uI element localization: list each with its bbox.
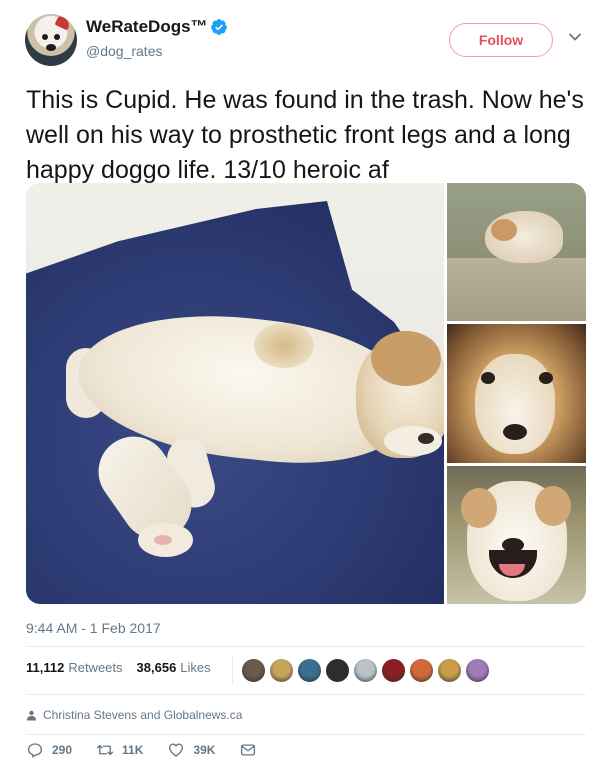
liker-avatar[interactable] — [325, 658, 350, 683]
divider — [26, 694, 586, 695]
retweet-button[interactable]: 11K — [96, 741, 143, 759]
puppy-nose — [503, 424, 527, 440]
puppy-eye — [539, 372, 553, 384]
stats-separator — [232, 655, 233, 685]
puppy-ear — [491, 219, 517, 241]
puppy-ear — [535, 486, 571, 526]
retweets-count: 11,112 — [26, 660, 65, 675]
direct-message-button[interactable] — [239, 741, 257, 759]
divider — [26, 646, 586, 647]
like-button[interactable]: 39K — [167, 741, 215, 759]
photo-puppy-smiling[interactable] — [447, 466, 586, 604]
retweets-label: Retweets — [68, 660, 123, 675]
reply-icon — [27, 743, 43, 758]
liker-avatar[interactable] — [353, 658, 378, 683]
chevron-down-icon[interactable] — [568, 30, 582, 44]
puppy-ear — [371, 331, 441, 386]
liker-avatar[interactable] — [409, 658, 434, 683]
reply-button[interactable]: 290 — [26, 741, 72, 759]
avatar-hat — [54, 15, 72, 31]
photo-puppy-on-towel[interactable] — [26, 183, 444, 604]
liker-avatar[interactable] — [465, 658, 490, 683]
retweet-icon — [96, 744, 114, 756]
verified-badge-icon — [211, 19, 227, 35]
media-tags[interactable]: Christina Stevens and Globalnews.ca — [26, 708, 242, 722]
puppy-ear — [461, 488, 497, 528]
person-icon — [26, 710, 37, 721]
floor — [447, 258, 586, 321]
avatar-eye — [42, 34, 48, 40]
like-count: 39K — [193, 743, 216, 757]
photo-puppy-closeup[interactable] — [447, 324, 586, 463]
divider — [26, 734, 586, 735]
tweet-timestamp[interactable]: 9:44 AM - 1 Feb 2017 — [26, 620, 161, 636]
author-avatar[interactable] — [25, 14, 77, 66]
puppy-eye — [481, 372, 495, 384]
author-handle[interactable]: @dog_rates — [86, 43, 162, 59]
liker-avatar[interactable] — [437, 658, 462, 683]
likes-stat[interactable]: 38,656 Likes — [137, 660, 211, 675]
puppy-paw-pad — [154, 535, 172, 545]
tweet-text: This is Cupid. He was found in the trash… — [26, 86, 584, 184]
liker-avatar[interactable] — [297, 658, 322, 683]
likes-count: 38,656 — [136, 660, 177, 675]
author-name[interactable]: WeRateDogs™ — [86, 17, 208, 37]
heart-icon — [169, 743, 184, 757]
liker-avatars — [241, 658, 490, 683]
avatar-eye — [54, 34, 60, 40]
liker-avatar[interactable] — [269, 658, 294, 683]
tweet-stats: 11,112 Retweets 38,656 Likes — [26, 660, 211, 675]
liker-avatar[interactable] — [241, 658, 266, 683]
likes-label: Likes — [180, 660, 211, 675]
avatar-nose — [46, 44, 56, 51]
media-tags-text: Christina Stevens and Globalnews.ca — [43, 708, 243, 722]
puppy-spot — [254, 323, 314, 368]
liker-avatar[interactable] — [381, 658, 406, 683]
retweets-stat[interactable]: 11,112 Retweets — [26, 660, 123, 675]
puppy-nose — [418, 433, 434, 444]
puppy-snout — [384, 426, 442, 456]
tweet-actions: 290 11K 39K — [26, 738, 281, 762]
reply-count: 290 — [52, 743, 73, 757]
envelope-icon — [241, 744, 256, 756]
follow-button[interactable]: Follow — [449, 23, 553, 57]
tweet-header: WeRateDogs™ @dog_rates Follow — [0, 0, 609, 80]
media-grid — [26, 183, 586, 604]
retweet-count: 11K — [122, 743, 144, 757]
photo-puppy-on-floor[interactable] — [447, 183, 586, 321]
